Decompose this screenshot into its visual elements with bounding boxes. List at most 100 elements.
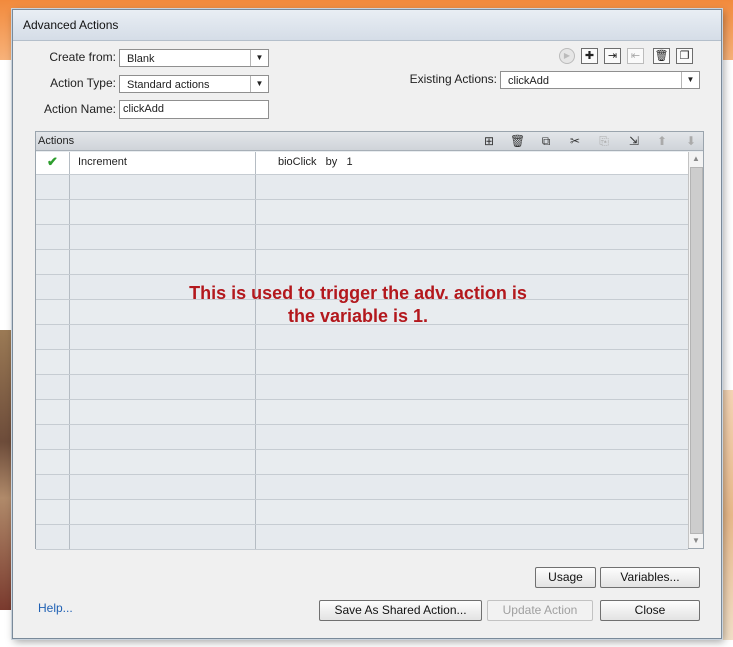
paste-icon[interactable]: ⎘ [597,134,611,148]
target-cell[interactable]: bioClick by 1 [256,152,688,174]
table-row[interactable] [36,400,688,425]
advanced-actions-dialog: Advanced Actions Create from: Blank ▼ Ac… [12,9,722,639]
create-from-value: Blank [127,53,155,65]
action-cell[interactable] [70,350,256,374]
dialog-title: Advanced Actions [13,10,721,41]
chevron-down-icon: ▼ [250,76,268,92]
status-cell [36,325,70,349]
duplicate-icon[interactable]: ❐ [676,48,693,64]
move-up-icon[interactable]: ⬆ [655,134,669,148]
action-cell[interactable] [70,525,256,549]
play-icon[interactable]: ▶ [559,48,575,64]
insert-row-icon[interactable]: ⊞ [482,134,496,148]
actions-header: Actions ⊞ 🗑 ⧉ ✂ ⎘ ⇲ ⬆ ⬇ [36,132,703,151]
chevron-down-icon: ▼ [681,72,699,88]
table-row[interactable] [36,475,688,500]
table-row[interactable] [36,500,688,525]
chevron-down-icon: ▼ [250,50,268,66]
help-link[interactable]: Help... [38,601,73,615]
action-cell[interactable] [70,200,256,224]
actions-panel: Actions ⊞ 🗑 ⧉ ✂ ⎘ ⇲ ⬆ ⬇ ✔ Increment bioC… [35,131,704,550]
table-row[interactable] [36,450,688,475]
update-action-button[interactable]: Update Action [487,600,593,621]
export-icon[interactable]: ⇤ [627,48,644,64]
scroll-up-icon[interactable]: ▲ [689,152,703,166]
table-row[interactable] [36,425,688,450]
cut-icon[interactable]: ✂ [568,134,582,148]
action-type-select[interactable]: Standard actions ▼ [119,75,269,93]
status-cell [36,225,70,249]
action-cell[interactable] [70,250,256,274]
add-icon[interactable]: ✚ [581,48,598,64]
target-cell[interactable] [256,325,688,349]
status-cell [36,375,70,399]
scroll-down-icon[interactable]: ▼ [689,534,703,548]
status-cell [36,250,70,274]
target-cell[interactable] [256,175,688,199]
target-cell[interactable] [256,375,688,399]
target-cell[interactable] [256,425,688,449]
action-cell[interactable] [70,500,256,524]
action-cell[interactable] [70,375,256,399]
annotation-callout: This is used to trigger the adv. action … [143,282,573,328]
target-cell[interactable] [256,400,688,424]
action-cell[interactable] [70,325,256,349]
status-cell [36,425,70,449]
action-name-label: Action Name: [43,102,116,116]
existing-actions-select[interactable]: clickAdd ▼ [500,71,700,89]
action-cell[interactable] [70,475,256,499]
action-cell[interactable] [70,450,256,474]
save-as-shared-action-button[interactable]: Save As Shared Action... [319,600,482,621]
trash-icon[interactable]: 🗑 [510,134,525,148]
action-cell[interactable] [70,175,256,199]
scroll-thumb[interactable] [690,167,703,534]
copy-icon[interactable]: ⧉ [539,134,553,148]
status-cell [36,175,70,199]
status-cell [36,450,70,474]
status-cell [36,475,70,499]
status-cell [36,500,70,524]
table-row[interactable]: ✔ Increment bioClick by 1 [36,152,688,175]
action-type-label: Action Type: [50,76,116,90]
existing-actions-label: Existing Actions: [409,72,497,86]
variables-button[interactable]: Variables... [600,567,700,588]
table-row[interactable] [36,350,688,375]
status-cell [36,400,70,424]
close-button[interactable]: Close [600,600,700,621]
status-cell [36,300,70,324]
status-cell [36,350,70,374]
target-cell[interactable] [256,250,688,274]
action-cell[interactable] [70,425,256,449]
target-cell[interactable] [256,525,688,549]
target-cell[interactable] [256,225,688,249]
annotation-line-2: the variable is 1. [287,306,429,326]
delete-icon[interactable]: 🗑 [653,48,670,64]
target-cell[interactable] [256,500,688,524]
import-icon[interactable]: ⇥ [604,48,621,64]
target-cell[interactable] [256,450,688,474]
target-cell[interactable] [256,475,688,499]
action-cell[interactable] [70,225,256,249]
create-from-select[interactable]: Blank ▼ [119,49,269,67]
table-row[interactable] [36,525,688,550]
action-cell[interactable]: Increment [70,152,256,174]
vertical-scrollbar[interactable]: ▲ ▼ [688,152,703,548]
action-cell[interactable] [70,400,256,424]
move-down-icon[interactable]: ⬇ [684,134,698,148]
existing-actions-value: clickAdd [508,75,549,87]
target-cell[interactable] [256,350,688,374]
usage-button[interactable]: Usage [535,567,596,588]
table-row[interactable] [36,175,688,200]
create-from-label: Create from: [49,50,116,64]
annotation-line-1: This is used to trigger the adv. action … [189,283,527,303]
table-row[interactable] [36,250,688,275]
status-cell [36,525,70,549]
table-row[interactable] [36,375,688,400]
table-row[interactable] [36,200,688,225]
actions-header-label: Actions [38,135,75,147]
target-cell[interactable] [256,200,688,224]
table-row[interactable] [36,325,688,350]
table-row[interactable] [36,225,688,250]
insert-below-icon[interactable]: ⇲ [627,134,641,148]
action-name-input[interactable]: clickAdd [119,100,269,119]
